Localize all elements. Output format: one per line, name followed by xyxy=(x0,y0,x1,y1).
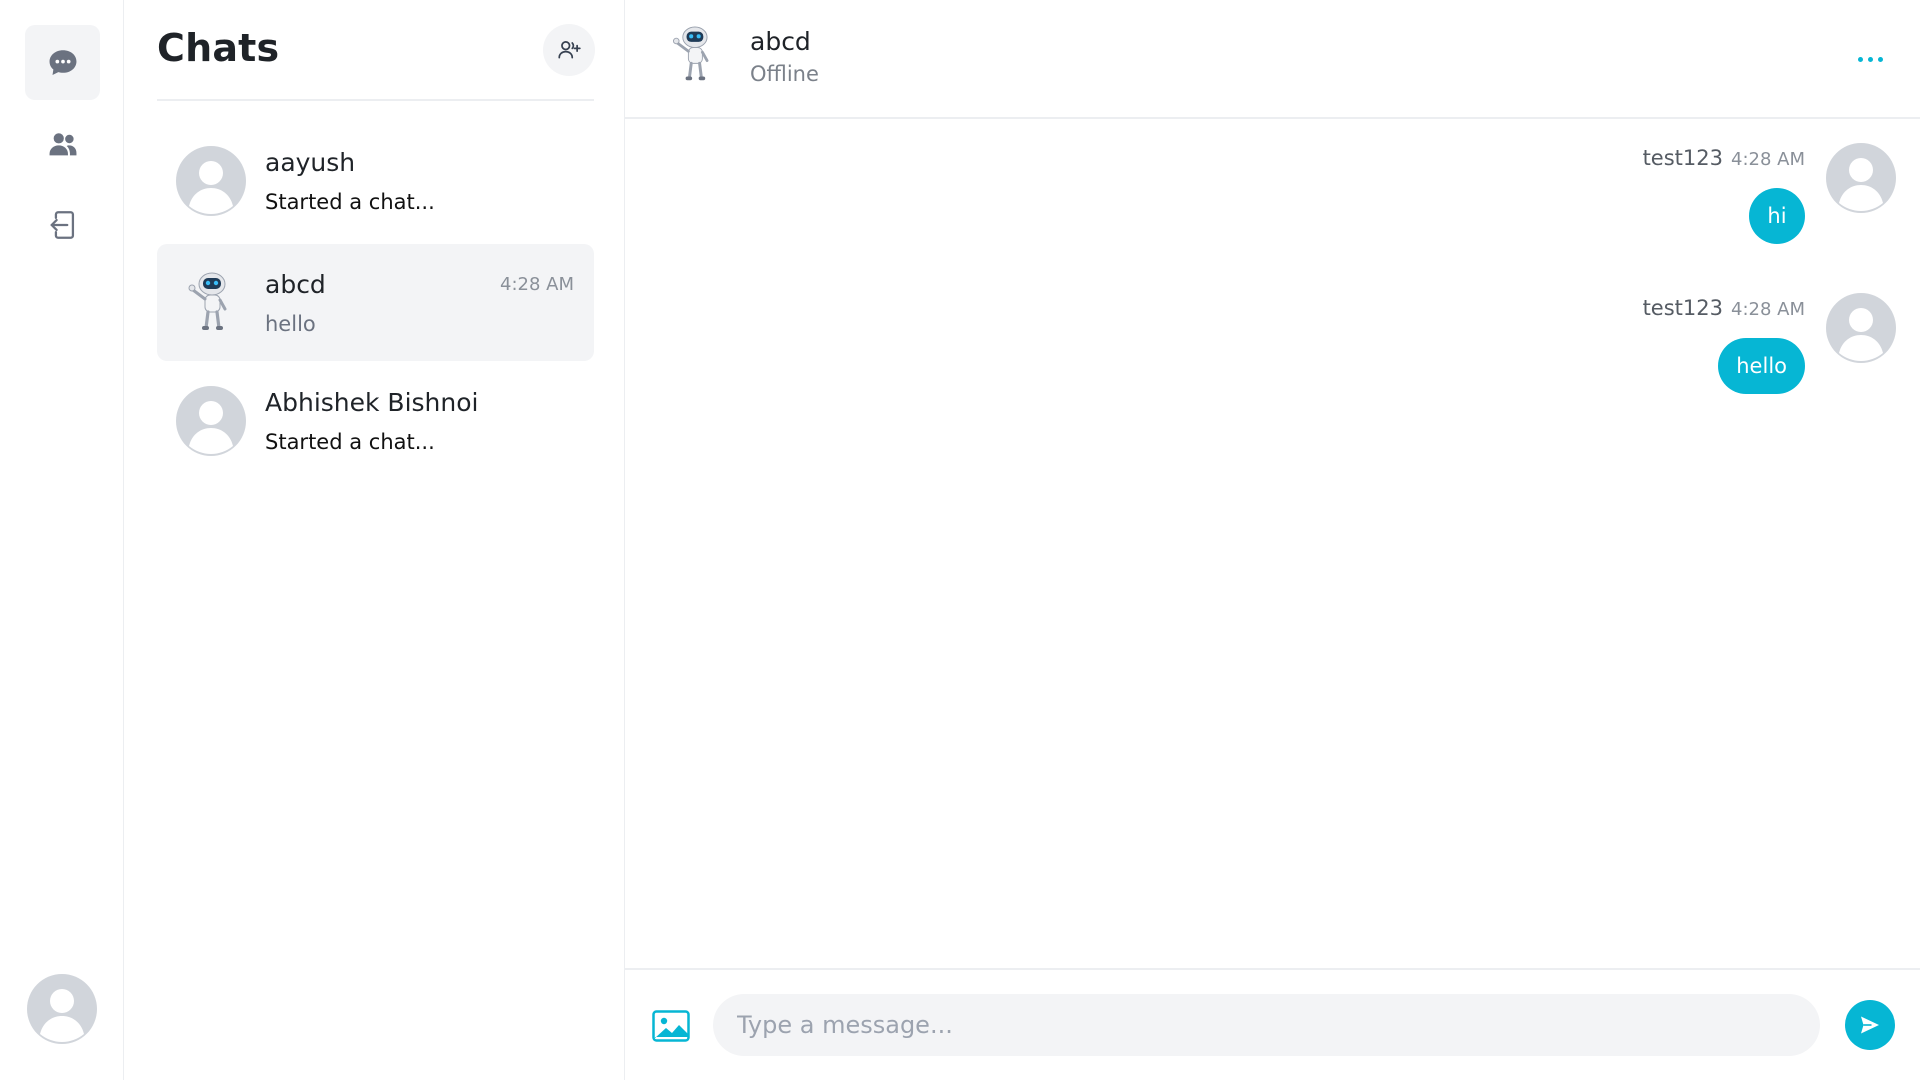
user-avatar-icon[interactable] xyxy=(27,974,97,1044)
message-bubble: hello xyxy=(1718,338,1805,394)
message-input[interactable] xyxy=(713,994,1820,1056)
chat-bubble-icon xyxy=(49,49,76,75)
image-icon[interactable] xyxy=(652,1010,690,1042)
divider xyxy=(157,99,594,101)
message-meta: test123 4:28 AM xyxy=(1643,146,1805,170)
contact-status: Offline xyxy=(750,62,819,86)
add-user-button[interactable] xyxy=(543,24,595,76)
more-options-button[interactable] xyxy=(1847,42,1893,76)
message-sender: test123 xyxy=(1642,146,1723,170)
sender-avatar-icon xyxy=(1826,143,1896,213)
message-sender: test123 xyxy=(1642,296,1723,320)
robot-avatar-icon xyxy=(673,26,709,81)
conversation-item[interactable]: aayush Started a chat... xyxy=(157,122,594,239)
message-composer xyxy=(625,968,1920,1080)
more-dots-icon xyxy=(1877,56,1883,62)
conversation-name: Abhishek Bishnoi xyxy=(265,388,479,417)
users-nav-button[interactable] xyxy=(25,106,100,181)
conversation-item[interactable]: Abhishek Bishnoi Started a chat... xyxy=(157,362,594,479)
message-bubble: hi xyxy=(1749,188,1805,244)
message-time: 4:28 AM xyxy=(1731,299,1805,320)
chat-header: abcd Offline xyxy=(625,0,1920,119)
conversation-name: aayush xyxy=(265,148,356,177)
sender-avatar-icon xyxy=(1826,293,1896,363)
users-icon xyxy=(49,132,76,155)
more-dots-icon xyxy=(1857,56,1863,62)
message-meta: test123 4:28 AM xyxy=(1643,296,1805,320)
message-time: 4:28 AM xyxy=(1731,149,1805,170)
conversation-preview: Started a chat... xyxy=(265,190,435,214)
robot-avatar-icon xyxy=(188,272,227,330)
conversation-preview: hello xyxy=(265,312,316,336)
conversation-item[interactable]: abcd 4:28 AM hello xyxy=(157,244,594,361)
sidebar-rail xyxy=(0,0,124,1080)
conversation-preview: Started a chat... xyxy=(265,430,435,454)
add-user-icon xyxy=(558,41,581,59)
contact-name: abcd xyxy=(750,27,811,56)
default-avatar-icon xyxy=(176,386,246,456)
more-dots-icon xyxy=(1867,56,1873,62)
default-avatar-icon xyxy=(176,146,246,216)
chats-nav-button[interactable] xyxy=(25,25,100,100)
conversation-name: abcd xyxy=(265,270,326,299)
chat-list-panel: Chats aayush Started a chat... abcd 4:28… xyxy=(124,0,625,1080)
send-icon xyxy=(1861,1016,1879,1034)
chat-app: Chats aayush Started a chat... abcd 4:28… xyxy=(0,0,1920,1080)
chats-title: Chats xyxy=(157,26,280,70)
logout-icon xyxy=(50,210,74,239)
conversation-time: 4:28 AM xyxy=(500,274,574,295)
chat-window: abcd Offline test123 4:28 AM hi test123 … xyxy=(625,0,1920,1080)
send-button[interactable] xyxy=(1845,1000,1895,1050)
logout-nav-button[interactable] xyxy=(25,187,100,262)
